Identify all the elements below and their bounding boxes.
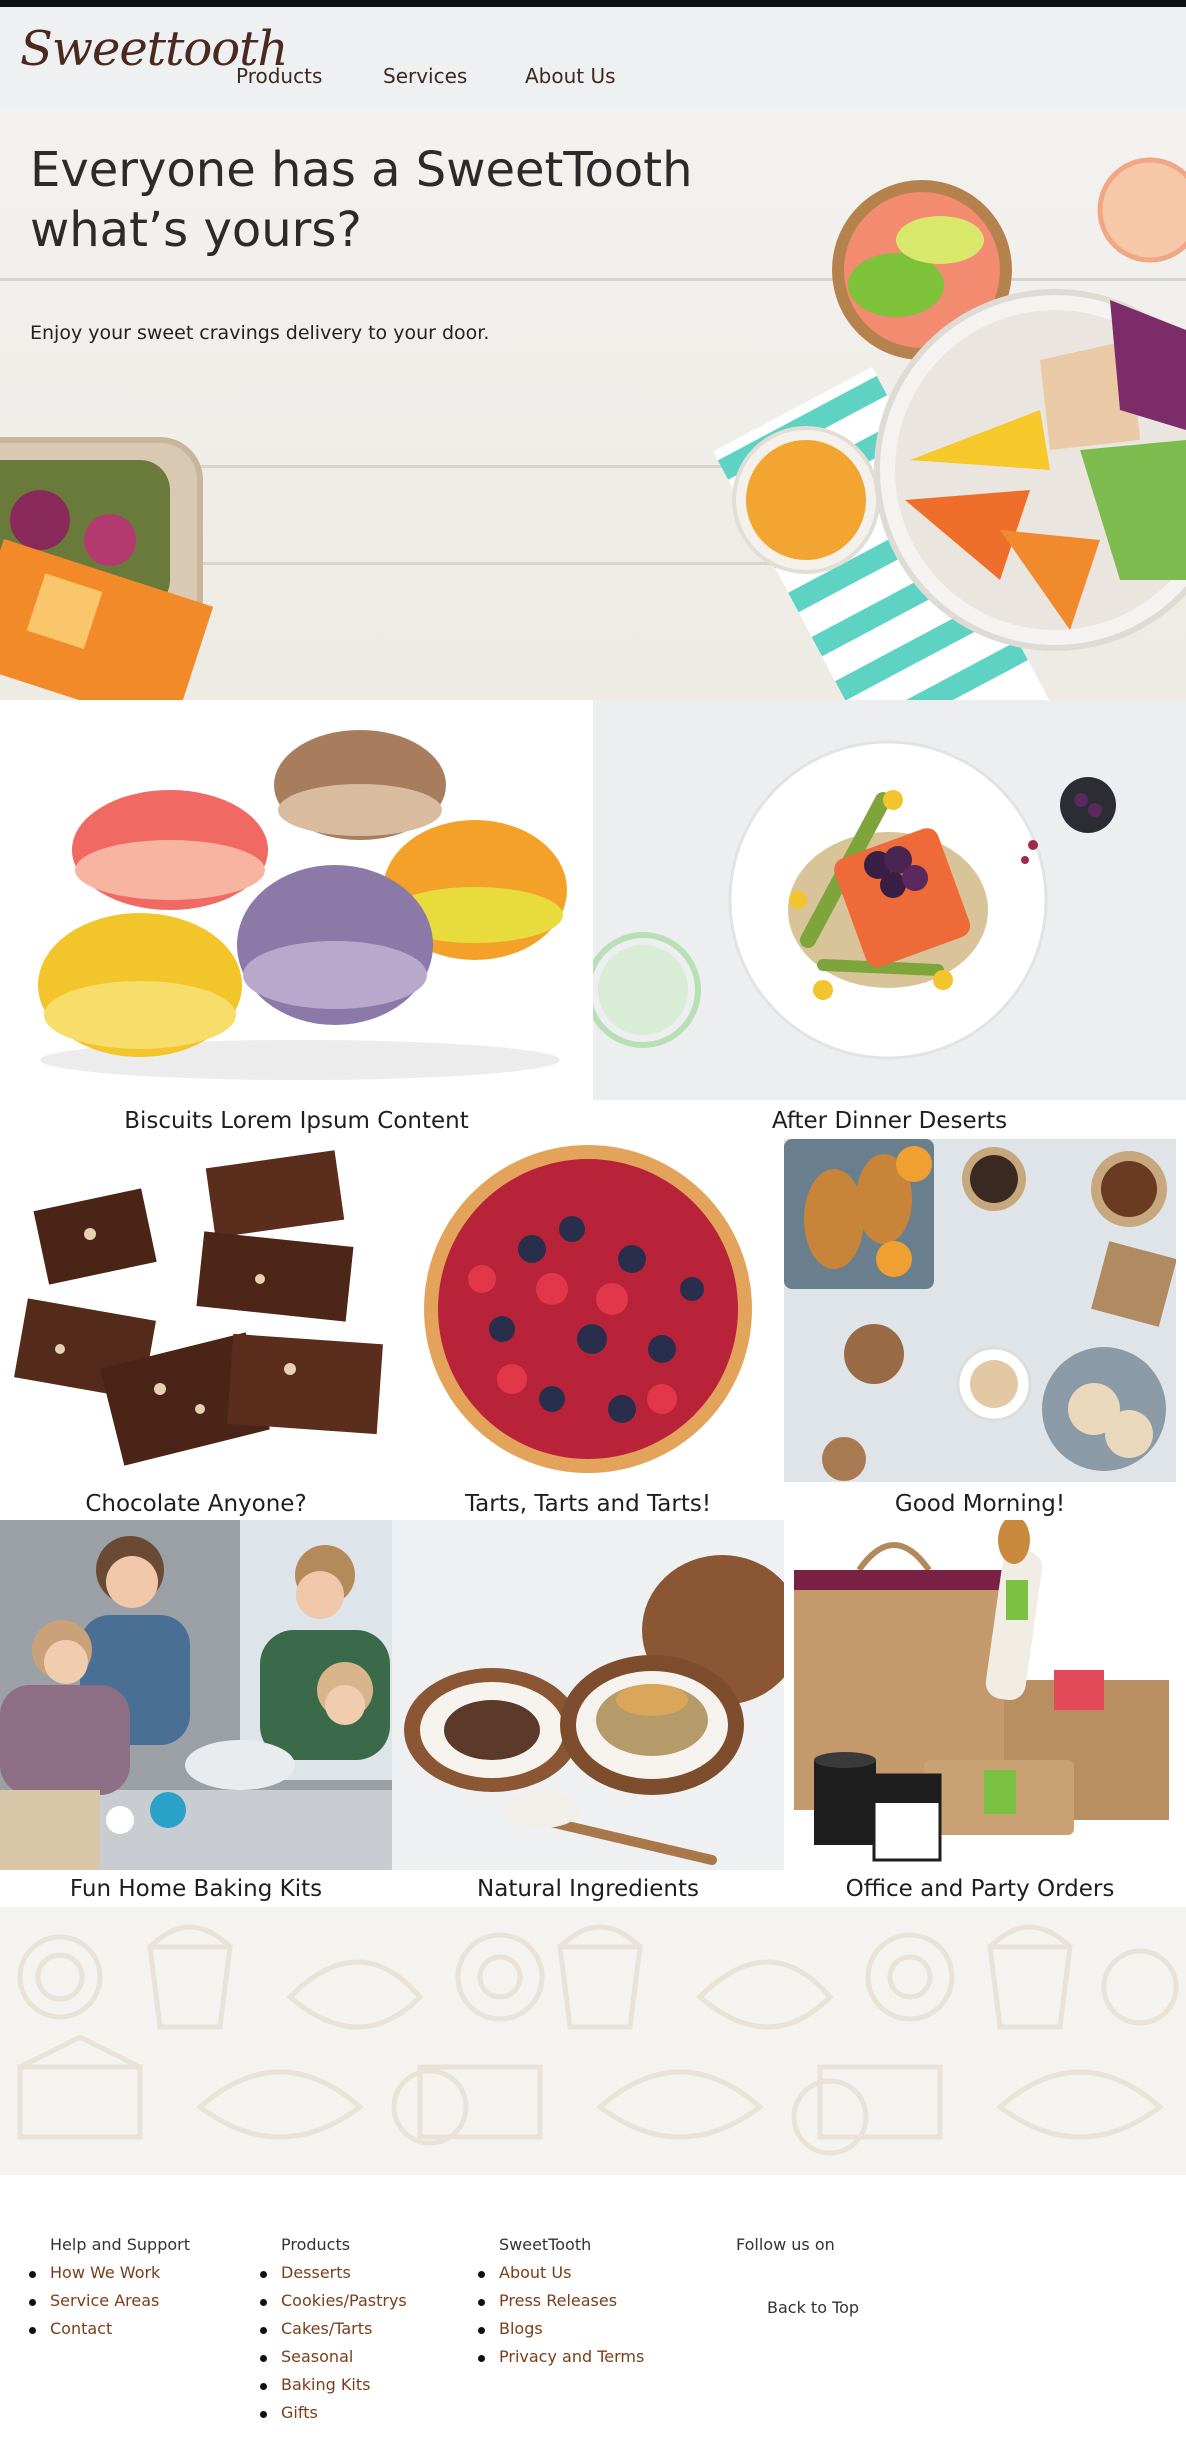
footer-link-cakes-tarts[interactable]: Cakes/Tarts: [260, 2319, 407, 2347]
nav-products[interactable]: Products: [236, 64, 322, 88]
site-header: Sweettooth Products Services About Us: [0, 7, 1186, 110]
footer-link-baking-kits[interactable]: Baking Kits: [260, 2375, 407, 2403]
footer-link-blogs[interactable]: Blogs: [477, 2319, 644, 2347]
footer-link-contact[interactable]: Contact: [29, 2319, 190, 2347]
macaron-brown: [274, 730, 446, 840]
tile-dinner-plate-image[interactable]: [593, 700, 1186, 1100]
footer-link-how-we-work[interactable]: How We Work: [29, 2263, 190, 2291]
footer-col-help: Help and Support How We Work Service Are…: [29, 2235, 190, 2347]
hero-banner: Everyone has a SweetTooth what’s yours? …: [0, 110, 1186, 700]
berry-tart-illustration: [424, 1145, 752, 1473]
caption-baking-kits[interactable]: Fun Home Baking Kits: [0, 1876, 392, 1902]
caption-chocolate[interactable]: Chocolate Anyone?: [0, 1491, 392, 1517]
footer-link-privacy-terms[interactable]: Privacy and Terms: [477, 2347, 644, 2375]
tile-breakfast-image[interactable]: [784, 1139, 1176, 1482]
tile-baking-kits-image[interactable]: [0, 1520, 392, 1870]
footer-link-press-releases[interactable]: Press Releases: [477, 2291, 644, 2319]
footer-heading-help: Help and Support: [50, 2235, 190, 2254]
nav-services[interactable]: Services: [383, 64, 467, 88]
macarons-illustration: [38, 730, 567, 1080]
nav-about-us[interactable]: About Us: [525, 64, 616, 88]
footer-link-gifts[interactable]: Gifts: [260, 2403, 407, 2431]
caption-after-dinner[interactable]: After Dinner Deserts: [593, 1108, 1186, 1134]
site-footer: Help and Support How We Work Service Are…: [0, 2175, 1186, 2440]
footer-col-products: Products Desserts Cookies/Pastrys Cakes/…: [260, 2235, 407, 2431]
caption-good-morning[interactable]: Good Morning!: [784, 1491, 1176, 1517]
family-baking-illustration: [0, 1520, 392, 1870]
footer-heading-products: Products: [281, 2235, 351, 2254]
footer-link-desserts[interactable]: Desserts: [260, 2263, 407, 2291]
coconut-illustration: [404, 1555, 784, 1865]
paper-bags-illustration: [794, 1520, 1169, 1862]
macaron-pink: [72, 790, 268, 910]
macaron-yellow: [38, 913, 242, 1057]
hero-food-illustration: [0, 157, 1186, 700]
footer-link-about-us[interactable]: About Us: [477, 2263, 644, 2291]
footer-link-cookies[interactable]: Cookies/Pastrys: [260, 2291, 407, 2319]
tile-ingredients-image[interactable]: [392, 1520, 784, 1870]
caption-tarts[interactable]: Tarts, Tarts and Tarts!: [392, 1491, 784, 1517]
tile-macarons-image[interactable]: [0, 700, 593, 1100]
pattern-doodles: [17, 1924, 1179, 2156]
tile-tarts-image[interactable]: [392, 1139, 784, 1482]
footer-link-service-areas[interactable]: Service Areas: [29, 2291, 190, 2319]
footer-link-seasonal[interactable]: Seasonal: [260, 2347, 407, 2375]
caption-office-orders[interactable]: Office and Party Orders: [784, 1876, 1176, 1902]
footer-heading-company: SweetTooth: [499, 2235, 592, 2254]
tile-chocolate-image[interactable]: [0, 1139, 392, 1482]
salmon-plate-illustration: [593, 740, 1116, 1060]
top-border: [0, 0, 1186, 7]
tile-office-orders-image[interactable]: [784, 1520, 1176, 1870]
caption-biscuits[interactable]: Biscuits Lorem Ipsum Content: [0, 1108, 593, 1134]
footer-col-company: SweetTooth About Us Press Releases Blogs…: [477, 2235, 644, 2375]
caption-natural-ingredients[interactable]: Natural Ingredients: [392, 1876, 784, 1902]
macaron-purple: [237, 865, 433, 1025]
fudge-illustration: [14, 1150, 383, 1466]
sweets-pattern-band: [0, 1907, 1186, 2175]
back-to-top-link[interactable]: Back to Top: [767, 2298, 859, 2317]
footer-col-social: Follow us on: [736, 2235, 835, 2263]
footer-heading-follow: Follow us on: [736, 2235, 835, 2254]
breakfast-table-illustration: [784, 1139, 1176, 1481]
